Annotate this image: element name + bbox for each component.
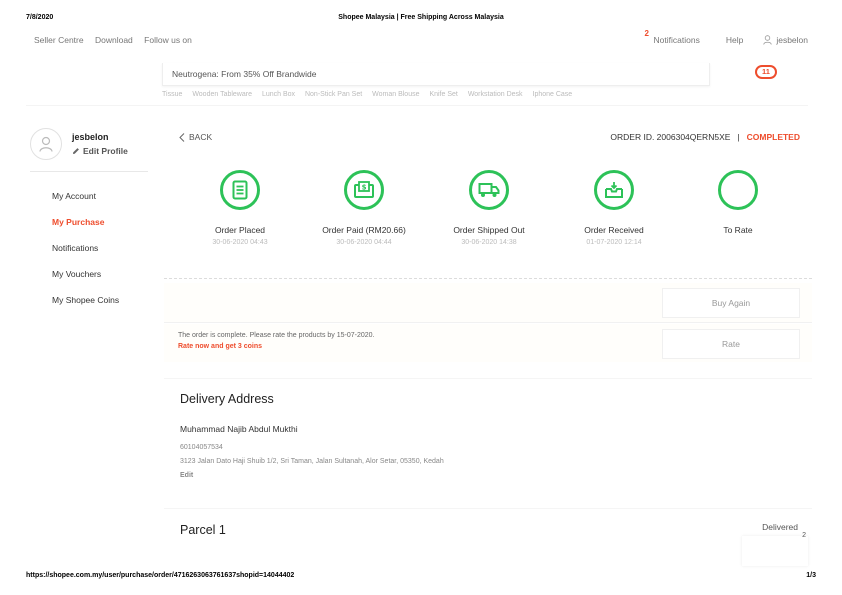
notifications-count-badge: 2 (644, 29, 649, 38)
edit-profile-label: Edit Profile (83, 146, 128, 156)
side-menu: My Account My Purchase Notifications My … (52, 191, 119, 321)
search-hint[interactable]: Workstation Desk (468, 91, 523, 98)
star-icon: ★ (731, 182, 745, 198)
truck-icon (478, 183, 500, 197)
recipient-address: 3123 Jalan Dato Haji Shuib 1/2, Sri Tama… (180, 458, 444, 465)
step-label: Order Paid (RM20.66) (322, 225, 406, 235)
step-time: 30-06-2020 04:43 (212, 239, 268, 246)
search-hint[interactable]: Non-Stick Pan Set (305, 91, 362, 98)
step-order-shipped: Order Shipped Out 30-06-2020 14:38 (429, 170, 549, 246)
order-id: ORDER ID. 2006304QERN5XE (610, 132, 731, 142)
print-title: Shopee Malaysia | Free Shipping Across M… (338, 14, 504, 21)
rate-note: The order is complete. Please rate the p… (178, 332, 375, 339)
parcel-status-card (742, 536, 808, 566)
search-hint[interactable]: Knife Set (429, 91, 457, 98)
inbox-icon (605, 182, 623, 198)
order-header: BACK ORDER ID. 2006304QERN5XE | COMPLETED (164, 122, 812, 152)
step-order-placed: Order Placed 30-06-2020 04:43 (180, 170, 300, 246)
notifications-label: Notifications (653, 35, 700, 45)
step-time: 30-06-2020 14:38 (461, 239, 517, 246)
address-title: Delivery Address (180, 392, 274, 406)
parcel-title: Parcel 1 (180, 523, 226, 537)
order-separator: | (737, 132, 740, 142)
search-hint[interactable]: Lunch Box (262, 91, 295, 98)
svg-text:$: $ (362, 184, 367, 192)
user-menu[interactable]: jesbelon (763, 35, 808, 45)
search-hint[interactable]: Wooden Tableware (192, 91, 252, 98)
side-menu-my-account[interactable]: My Account (52, 191, 119, 217)
order-id-status: ORDER ID. 2006304QERN5XE | COMPLETED (610, 132, 800, 142)
status-badge: COMPLETED (746, 132, 800, 142)
search-hint[interactable]: Iphone Case (533, 91, 573, 98)
search-input[interactable]: Neutrogena: From 35% Off Brandwide (162, 63, 710, 86)
section-divider (164, 278, 812, 279)
parcel-status: Delivered (762, 522, 798, 532)
rate-button[interactable]: Rate (662, 329, 800, 359)
step-circle: ★ (718, 170, 758, 210)
rate-promo-link[interactable]: Rate now and get 3 coins (178, 343, 262, 350)
recipient-name: Muhammad Najib Abdul Mukthi (180, 424, 298, 434)
step-circle (594, 170, 634, 210)
cart-count-badge[interactable]: 11 (755, 65, 777, 79)
help-link[interactable]: Help (726, 35, 743, 45)
download-link[interactable]: Download (95, 35, 133, 45)
step-label: Order Placed (214, 225, 266, 235)
user-icon (763, 35, 773, 45)
profile-summary: jesbelon Edit Profile (30, 128, 148, 172)
side-menu-my-purchase[interactable]: My Purchase (52, 217, 119, 243)
receipt-icon (232, 180, 248, 200)
step-circle: $ (344, 170, 384, 210)
recipient-phone: 60104057534 (180, 444, 223, 451)
print-header: 7/8/2020 Shopee Malaysia | Free Shipping… (26, 14, 816, 26)
parcel-section: Parcel 1 Delivered 2 (164, 508, 812, 566)
step-circle (220, 170, 260, 210)
search-hint[interactable]: Tissue (162, 91, 182, 98)
seller-centre-link[interactable]: Seller Centre (34, 35, 84, 45)
step-order-paid: $ Order Paid (RM20.66) 30-06-2020 04:44 (304, 170, 424, 246)
delivery-address-section: Delivery Address Muhammad Najib Abdul Mu… (164, 378, 812, 488)
edit-profile-link[interactable]: Edit Profile (72, 146, 128, 156)
payment-icon: $ (354, 181, 374, 198)
back-button[interactable]: BACK (179, 132, 212, 142)
print-url: https://shopee.com.my/user/purchase/orde… (26, 572, 295, 579)
back-label: BACK (189, 132, 213, 142)
order-progress-stepper: Order Placed 30-06-2020 04:43 $ Order Pa… (164, 170, 812, 254)
side-menu-my-shopee-coins[interactable]: My Shopee Coins (52, 295, 119, 321)
side-menu-notifications[interactable]: Notifications (52, 243, 119, 269)
step-label: Order Received (584, 225, 644, 235)
side-menu-my-vouchers[interactable]: My Vouchers (52, 269, 119, 295)
buy-again-row: Buy Again (164, 283, 812, 323)
username-label: jesbelon (776, 35, 808, 45)
search-hint[interactable]: Woman Blouse (372, 91, 419, 98)
chevron-left-icon (179, 132, 185, 142)
step-time: 30-06-2020 04:44 (336, 239, 392, 246)
step-label: Order Shipped Out (453, 225, 525, 235)
print-page-number: 1/3 (806, 572, 816, 579)
parcel-count: 2 (802, 532, 806, 539)
notifications-link[interactable]: 2 Notifications (645, 29, 700, 45)
step-circle (469, 170, 509, 210)
search-suggestions: Tissue Wooden Tableware Lunch Box Non-St… (162, 91, 580, 98)
user-icon (39, 136, 53, 152)
edit-address-link[interactable]: Edit (180, 472, 193, 479)
step-to-rate: ★ To Rate (678, 170, 798, 239)
rate-row: The order is complete. Please rate the p… (164, 324, 812, 362)
avatar[interactable] (30, 128, 62, 160)
follow-us-link[interactable]: Follow us on (144, 35, 192, 45)
header-divider (26, 105, 808, 106)
top-navbar: Seller Centre Download Follow us on 2 No… (34, 29, 808, 49)
buy-again-button[interactable]: Buy Again (662, 288, 800, 318)
step-time: 01-07-2020 12:14 (586, 239, 642, 246)
step-label: To Rate (723, 225, 753, 235)
pencil-icon (73, 148, 79, 154)
step-order-received: Order Received 01-07-2020 12:14 (554, 170, 674, 246)
profile-username: jesbelon (72, 132, 109, 142)
